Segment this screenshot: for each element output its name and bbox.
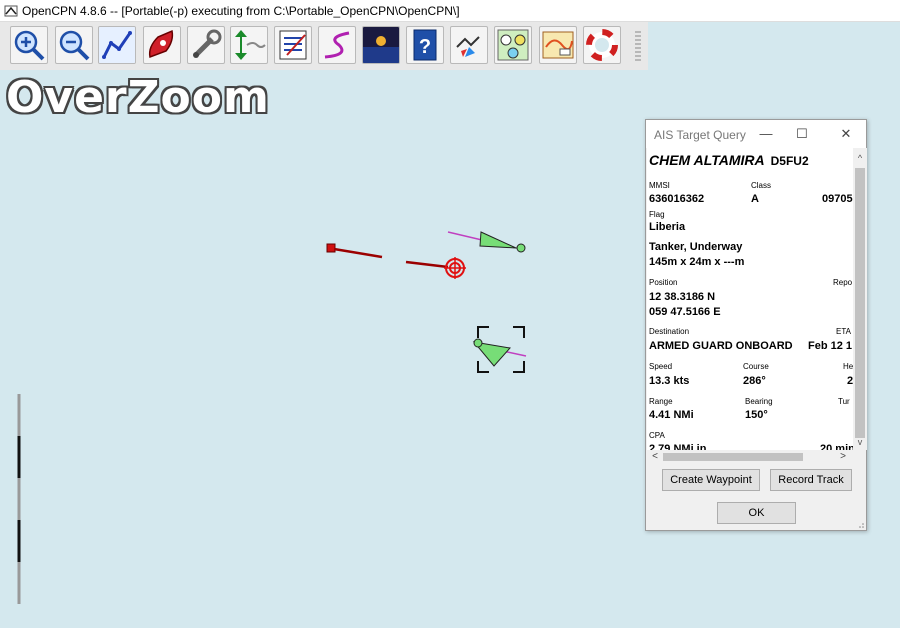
imo-value: 09705 bbox=[822, 193, 853, 205]
dialog-title: AIS Target Query bbox=[654, 128, 746, 142]
latitude-value: 12 38.3186 N bbox=[649, 291, 716, 303]
create-waypoint-button[interactable]: Create Waypoint bbox=[662, 469, 760, 491]
scroll-up-icon[interactable]: ^ bbox=[853, 152, 867, 164]
ais-target-query-dialog: AIS Target Query — ☐ ✕ CHEM ALTAMIRA D5FU… bbox=[645, 119, 867, 531]
destination-label: Destination bbox=[649, 327, 690, 336]
resize-grip-icon[interactable] bbox=[856, 520, 864, 528]
vertical-scroll-thumb[interactable] bbox=[855, 168, 865, 438]
horizontal-scroll-thumb[interactable] bbox=[663, 453, 803, 461]
bearing-label: Bearing bbox=[745, 397, 773, 406]
turn-label: Tur bbox=[838, 397, 850, 406]
call-sign: D5FU2 bbox=[770, 154, 809, 168]
horizontal-scrollbar[interactable]: < > bbox=[647, 450, 853, 464]
vessel-name-row: CHEM ALTAMIRA D5FU2 bbox=[649, 152, 809, 168]
heading-label: He bbox=[843, 362, 853, 371]
flag-label: Flag bbox=[649, 210, 665, 219]
vertical-scrollbar[interactable]: ^ v bbox=[853, 148, 867, 450]
destination-value: ARMED GUARD ONBOARD bbox=[649, 340, 793, 352]
course-label: Course bbox=[743, 362, 769, 371]
vessel-name: CHEM ALTAMIRA bbox=[649, 152, 765, 168]
own-ship-icon[interactable] bbox=[444, 257, 466, 279]
eta-label: ETA bbox=[836, 327, 851, 336]
target-info-panel: CHEM ALTAMIRA D5FU2 MMSI Class 636016362 … bbox=[647, 148, 853, 464]
mmsi-label: MMSI bbox=[649, 181, 670, 190]
cpa-label: CPA bbox=[649, 431, 665, 440]
maximize-icon[interactable]: ☐ bbox=[792, 124, 812, 144]
bearing-value: 150° bbox=[745, 409, 768, 421]
scroll-right-icon[interactable]: > bbox=[837, 450, 849, 464]
speed-label: Speed bbox=[649, 362, 673, 371]
route-start-marker bbox=[326, 243, 336, 253]
speed-value: 13.3 kts bbox=[649, 375, 690, 387]
ok-button[interactable]: OK bbox=[717, 502, 796, 524]
close-icon[interactable]: ✕ bbox=[836, 124, 856, 144]
range-value: 4.41 NMi bbox=[649, 409, 694, 421]
position-label: Position bbox=[649, 278, 678, 287]
record-track-button[interactable]: Record Track bbox=[770, 469, 852, 491]
vessel-dimensions: 145m x 24m x ---m bbox=[649, 256, 745, 268]
ais-target-icon[interactable] bbox=[447, 231, 526, 253]
longitude-value: 059 47.5166 E bbox=[649, 306, 721, 318]
scroll-left-icon[interactable]: < bbox=[649, 450, 661, 464]
route-segment bbox=[405, 260, 449, 269]
course-value: 286° bbox=[743, 375, 766, 387]
scroll-down-icon[interactable]: v bbox=[853, 436, 867, 448]
dialog-title-bar[interactable]: AIS Target Query — ☐ ✕ bbox=[646, 120, 866, 148]
mmsi-value: 636016362 bbox=[649, 193, 705, 205]
eta-value: Feb 12 1 bbox=[808, 340, 853, 352]
vessel-type: Tanker, Underway bbox=[649, 241, 743, 253]
route-segment bbox=[333, 247, 383, 259]
class-label: Class bbox=[751, 181, 772, 190]
class-value: A bbox=[751, 193, 759, 205]
range-label: Range bbox=[649, 397, 673, 406]
minimize-icon[interactable]: — bbox=[756, 124, 776, 144]
report-label: Repo bbox=[833, 278, 853, 287]
selected-ais-target-icon[interactable] bbox=[472, 326, 527, 373]
flag-value: Liberia bbox=[649, 221, 686, 233]
